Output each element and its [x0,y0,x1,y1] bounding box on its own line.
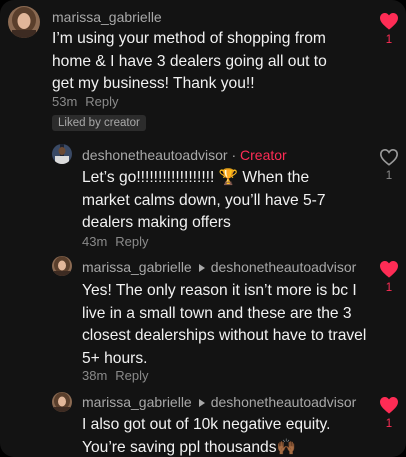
reply-button[interactable]: Reply [115,234,148,249]
comment-reply-item: marissa_gabrielle deshonetheautoadvisor I… [0,388,406,457]
comment-time: 43m [82,234,108,249]
comments-panel: marissa_gabrielle I’m using your method … [0,0,406,457]
reply-arrow-icon [198,263,205,272]
like-button[interactable]: 1 [378,396,400,430]
separator-dot: · [231,147,237,163]
comment-username[interactable]: marissa_gabrielle [52,9,162,25]
reply-arrow-icon [198,398,205,407]
reply-header: marissa_gabrielle deshonetheautoadvisor [82,394,356,410]
comment-meta: 38m Reply [82,368,149,383]
reply-header: marissa_gabrielle deshonetheautoadvisor [82,259,356,275]
comment-username[interactable]: marissa_gabrielle [82,394,192,410]
comment-text: I also got out of 10k negative equity. Y… [82,416,331,456]
creator-label: Creator [240,147,287,163]
avatar[interactable] [8,6,40,38]
comment-time: 38m [82,368,108,383]
like-count: 1 [385,418,393,430]
liked-by-creator-badge: Liked by creator [52,115,146,131]
comment-text: Let’s go!!!!!!!!!!!!!!!!!! 🏆 When the ma… [82,169,326,231]
heart-outline-icon [379,148,399,166]
comment-meta: 43m Reply [82,234,149,249]
like-count: 1 [385,282,393,294]
comment-username[interactable]: marissa_gabrielle [82,259,192,275]
like-button[interactable]: 1 [378,12,400,46]
comment-text: Yes! The only reason it isn’t more is bc… [82,282,367,367]
reply-button[interactable]: Reply [115,368,148,383]
creator-username[interactable]: deshonetheautoadvisor [82,147,228,163]
heart-filled-icon [380,12,398,30]
reply-to-username[interactable]: deshonetheautoadvisor [211,394,357,410]
comment-meta: 53m Reply [52,94,119,109]
comment-reply-item: marissa_gabrielle deshonetheautoadvisor Y… [0,252,406,388]
comment-reply-item: deshonetheautoadvisor · Creator Let’s go… [0,140,406,252]
comment-text: I’m using your method of shopping from h… [52,30,327,92]
comment-item: marissa_gabrielle I’m using your method … [0,0,406,140]
like-count: 1 [385,170,393,182]
heart-filled-icon [380,396,398,414]
like-button[interactable]: 1 [378,260,400,294]
reply-to-username[interactable]: deshonetheautoadvisor [211,259,357,275]
reply-button[interactable]: Reply [85,94,118,109]
avatar[interactable] [52,392,72,412]
like-count: 1 [385,34,393,46]
avatar[interactable] [52,256,72,276]
comment-time: 53m [52,94,78,109]
like-button[interactable]: 1 [378,148,400,182]
avatar[interactable] [52,144,72,164]
heart-filled-icon [380,260,398,278]
comment-username: deshonetheautoadvisor · Creator [82,147,287,163]
